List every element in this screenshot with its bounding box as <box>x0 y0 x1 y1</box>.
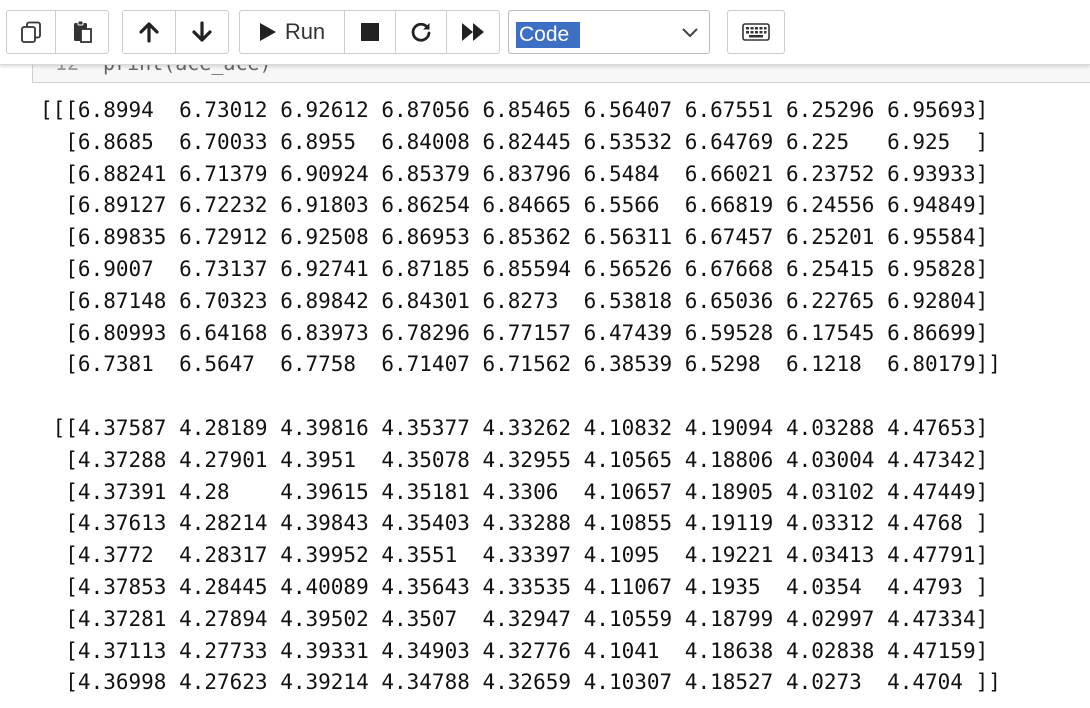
cell-output: [[[6.8994 6.73012 6.92612 6.87056 6.8546… <box>40 95 1001 699</box>
output-line: [6.89835 6.72912 6.92508 6.86953 6.85362… <box>40 225 989 250</box>
interrupt-kernel-button[interactable] <box>344 10 396 54</box>
run-label: Run <box>284 19 326 44</box>
command-palette-button[interactable] <box>727 10 785 54</box>
code-line: print(ace_ace) <box>103 64 272 75</box>
move-cell-up-button[interactable] <box>122 10 176 54</box>
output-line: [[4.37587 4.28189 4.39816 4.35377 4.3326… <box>40 415 989 440</box>
output-line: [6.7381 6.5647 6.7758 6.71407 6.71562 6.… <box>40 352 1001 377</box>
output-line: [4.37613 4.28214 4.39843 4.35403 4.33288… <box>40 511 989 536</box>
clipboard-button-group <box>6 10 109 54</box>
keyboard-icon <box>742 23 770 41</box>
cell-type-value: Code <box>516 22 580 48</box>
output-line: [6.87148 6.70323 6.89842 6.84301 6.8273 … <box>40 288 989 313</box>
paste-icon <box>70 20 94 44</box>
play-icon <box>259 22 277 42</box>
code-cell-input[interactable]: 12 print(ace_ace) <box>32 64 1090 83</box>
restart-run-all-button[interactable] <box>446 10 500 54</box>
output-line: [6.89127 6.72232 6.91803 6.86254 6.84665… <box>40 193 989 218</box>
restart-icon <box>410 21 432 43</box>
output-line: [6.80993 6.64168 6.83973 6.78296 6.77157… <box>40 320 989 345</box>
stop-icon <box>360 22 380 42</box>
cell-type-select[interactable]: Code <box>508 10 710 54</box>
output-line: [4.36998 4.27623 4.39214 4.34788 4.32659… <box>40 670 1001 695</box>
move-button-group <box>122 10 229 54</box>
output-line: [[[6.8994 6.73012 6.92612 6.87056 6.8546… <box>40 98 989 122</box>
fast-forward-icon <box>461 22 485 42</box>
notebook-toolbar: Run Code <box>0 0 1090 65</box>
output-line: [4.37391 4.28 4.39615 4.35181 4.3306 4.1… <box>40 479 989 504</box>
paste-cell-button[interactable] <box>55 10 109 54</box>
chevron-down-icon <box>681 26 699 44</box>
copy-icon <box>19 20 43 44</box>
output-line: [4.37288 4.27901 4.3951 4.35078 4.32955 … <box>40 447 989 472</box>
line-number: 12 <box>55 64 79 75</box>
output-line: [4.3772 4.28317 4.39952 4.3551 4.33397 4… <box>40 543 989 568</box>
move-cell-down-button[interactable] <box>175 10 229 54</box>
arrow-down-icon <box>191 21 213 43</box>
output-line: [4.37853 4.28445 4.40089 4.35643 4.33535… <box>40 574 989 599</box>
keyboard-button-group <box>727 10 785 54</box>
run-button[interactable]: Run <box>239 10 345 54</box>
output-line: [4.37113 4.27733 4.39331 4.34903 4.32776… <box>40 638 989 663</box>
run-button-group: Run <box>239 10 500 54</box>
output-line: [4.37281 4.27894 4.39502 4.3507 4.32947 … <box>40 606 989 631</box>
output-line: [6.8685 6.70033 6.8955 6.84008 6.82445 6… <box>40 129 989 154</box>
output-line: [6.9007 6.73137 6.92741 6.87185 6.85594 … <box>40 256 989 281</box>
copy-cell-button[interactable] <box>6 10 56 54</box>
output-line: [6.88241 6.71379 6.90924 6.85379 6.83796… <box>40 161 989 186</box>
output-blank-line <box>40 381 1001 413</box>
restart-kernel-button[interactable] <box>395 10 447 54</box>
arrow-up-icon <box>138 21 160 43</box>
